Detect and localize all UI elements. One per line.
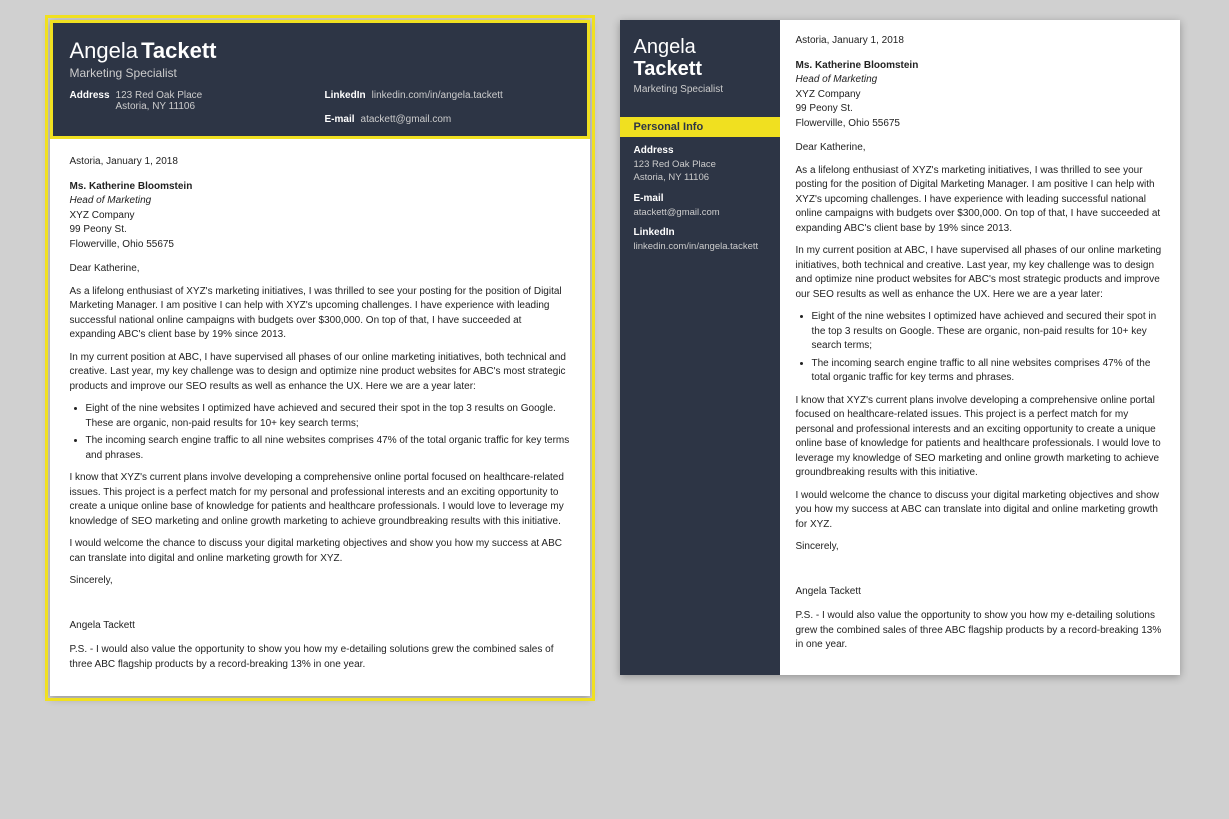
right-email-value: atackett@gmail.com — [634, 206, 766, 219]
right-sidebar-header: Angela Tackett Marketing Specialist — [620, 20, 780, 107]
right-address-label: Address — [634, 145, 766, 156]
right-recipient-company: XYZ Company — [796, 88, 1164, 103]
left-para2: In my current position at ABC, I have su… — [70, 351, 570, 395]
left-email-item: E-mail atackett@gmail.com — [325, 114, 570, 125]
left-address-value: 123 Red Oak PlaceAstoria, NY 11106 — [116, 90, 203, 112]
left-recipient-block: Ms. Katherine Bloomstein Head of Marketi… — [70, 180, 570, 253]
left-para3: I know that XYZ's current plans involve … — [70, 471, 570, 529]
right-recipient-name: Ms. Katherine Bloomstein — [796, 59, 1164, 74]
right-main: Astoria, January 1, 2018 Ms. Katherine B… — [780, 20, 1180, 675]
left-address-label: Address — [70, 90, 110, 112]
left-recipient-address2: Flowerville, Ohio 55675 — [70, 238, 570, 253]
left-para1: As a lifelong enthusiast of XYZ's market… — [70, 285, 570, 343]
left-linkedin-label: LinkedIn — [325, 90, 366, 112]
right-document: Angela Tackett Marketing Specialist Pers… — [620, 20, 1180, 675]
left-name: Angela Tackett — [70, 38, 570, 64]
right-sidebar-dark-block — [620, 269, 780, 469]
left-para4: I would welcome the chance to discuss yo… — [70, 537, 570, 566]
right-linkedin-value: linkedin.com/in/angela.tackett — [634, 240, 766, 253]
left-date: Astoria, January 1, 2018 — [70, 155, 570, 170]
left-name-first: Angela — [70, 38, 139, 63]
right-para2: In my current position at ABC, I have su… — [796, 244, 1164, 302]
left-linkedin-value: linkedin.com/in/angela.tackett — [372, 90, 503, 112]
left-bullet-2: The incoming search engine traffic to al… — [86, 434, 570, 463]
right-signature: Angela Tackett — [796, 585, 1164, 600]
left-recipient-name: Ms. Katherine Bloomstein — [70, 180, 570, 195]
right-recipient-block: Ms. Katherine Bloomstein Head of Marketi… — [796, 59, 1164, 132]
right-para3: I know that XYZ's current plans involve … — [796, 394, 1164, 481]
left-recipient-title: Head of Marketing — [70, 194, 570, 209]
right-closing: Sincerely, Angela Tackett — [796, 540, 1164, 599]
right-closing-word: Sincerely, — [796, 540, 1164, 555]
right-salutation: Dear Katherine, — [796, 141, 1164, 156]
right-ps: P.S. - I would also value the opportunit… — [796, 609, 1164, 653]
right-email-label: E-mail — [634, 193, 766, 204]
right-recipient-title: Head of Marketing — [796, 73, 1164, 88]
right-linkedin-label: LinkedIn — [634, 227, 766, 238]
right-name-last: Tackett — [634, 58, 766, 80]
left-email-label: E-mail — [325, 114, 355, 125]
left-name-last: Tackett — [141, 38, 216, 63]
left-closing: Sincerely, Angela Tackett — [70, 574, 570, 633]
left-closing-word: Sincerely, — [70, 574, 570, 589]
left-salutation: Dear Katherine, — [70, 262, 570, 277]
right-personal-info-bar: Personal Info — [620, 117, 780, 137]
right-bullet-1: Eight of the nine websites I optimized h… — [812, 310, 1164, 354]
left-recipient-company: XYZ Company — [70, 209, 570, 224]
left-address-item: Address 123 Red Oak PlaceAstoria, NY 111… — [70, 90, 315, 112]
right-para4: I would welcome the chance to discuss yo… — [796, 489, 1164, 533]
right-sidebar-title: Marketing Specialist — [634, 84, 766, 95]
right-bullets: Eight of the nine websites I optimized h… — [812, 310, 1164, 386]
right-recipient-address2: Flowerville, Ohio 55675 — [796, 117, 1164, 132]
left-ps: P.S. - I would also value the opportunit… — [70, 643, 570, 672]
right-contact-section: Address 123 Red Oak PlaceAstoria, NY 111… — [620, 137, 780, 269]
right-para1: As a lifelong enthusiast of XYZ's market… — [796, 164, 1164, 237]
right-sidebar: Angela Tackett Marketing Specialist Pers… — [620, 20, 780, 675]
left-email-value: atackett@gmail.com — [361, 114, 452, 125]
left-signature: Angela Tackett — [70, 619, 570, 634]
left-recipient-address1: 99 Peony St. — [70, 223, 570, 238]
left-header: Angela Tackett Marketing Specialist Addr… — [50, 20, 590, 139]
left-document: Angela Tackett Marketing Specialist Addr… — [50, 20, 590, 696]
right-address-value: 123 Red Oak PlaceAstoria, NY 11106 — [634, 158, 766, 185]
right-recipient-address1: 99 Peony St. — [796, 102, 1164, 117]
left-contact-grid: Address 123 Red Oak PlaceAstoria, NY 111… — [70, 90, 570, 125]
right-date: Astoria, January 1, 2018 — [796, 34, 1164, 49]
right-name-first: Angela — [634, 36, 766, 58]
left-body: Astoria, January 1, 2018 Ms. Katherine B… — [50, 139, 590, 696]
left-linkedin-item: LinkedIn linkedin.com/in/angela.tackett — [325, 90, 570, 112]
left-title: Marketing Specialist — [70, 66, 570, 80]
left-bullets: Eight of the nine websites I optimized h… — [86, 402, 570, 463]
right-bullet-2: The incoming search engine traffic to al… — [812, 357, 1164, 386]
left-bullet-1: Eight of the nine websites I optimized h… — [86, 402, 570, 431]
